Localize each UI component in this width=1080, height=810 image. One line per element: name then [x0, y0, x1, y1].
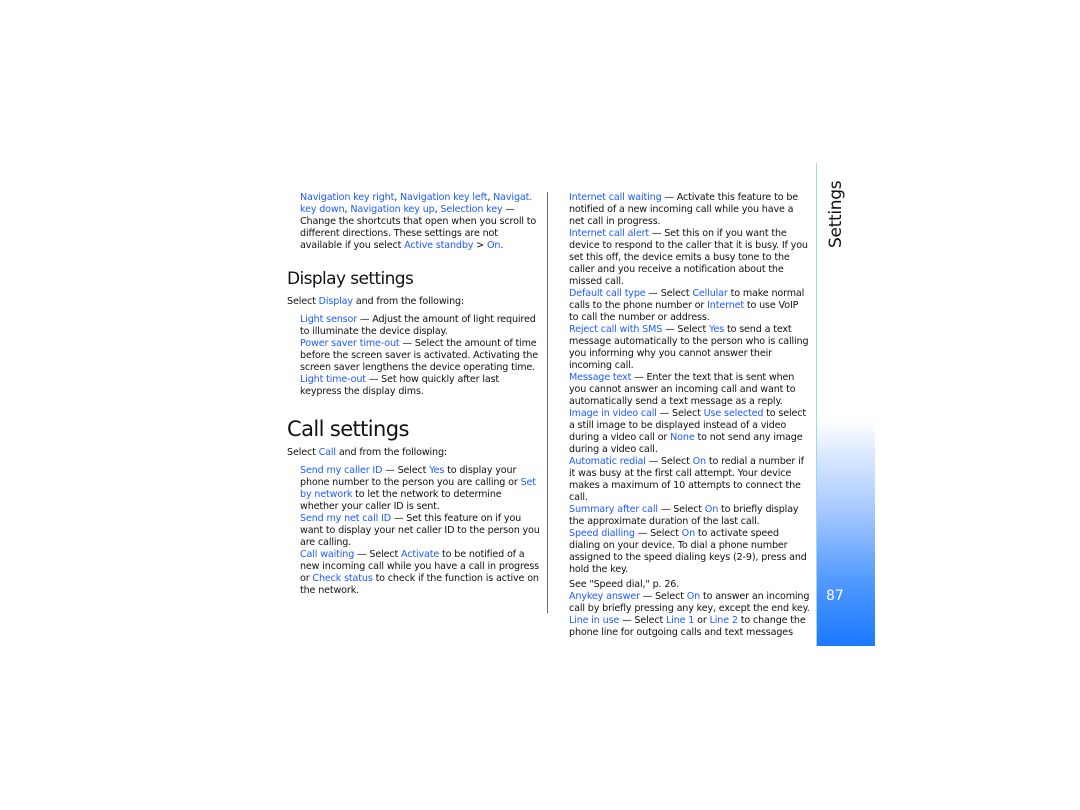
- body-text: and from the following:: [335, 447, 448, 458]
- anykey-answer-entry: Anykey answer — Select On to answer an i…: [569, 591, 810, 615]
- speed-dialling-entry: Speed dialling — Select On to activate s…: [569, 528, 810, 576]
- menu-term-link[interactable]: Yes: [429, 465, 444, 476]
- column-divider: [547, 192, 548, 613]
- menu-term-link[interactable]: Default call type: [569, 288, 646, 299]
- menu-term-link[interactable]: Light time-out: [300, 374, 366, 385]
- summary-after-call-entry: Summary after call — Select On to briefl…: [569, 504, 810, 528]
- light-timeout-entry: Light time-out — Set how quickly after l…: [287, 374, 541, 398]
- menu-term-link[interactable]: Check status: [312, 573, 372, 584]
- image-in-video-call-entry: Image in video call — Select Use selecte…: [569, 408, 810, 456]
- light-sensor-entry: Light sensor — Adjust the amount of ligh…: [287, 314, 541, 338]
- speed-dial-cross-reference[interactable]: See "Speed dial," p. 26.: [569, 579, 810, 591]
- menu-term-link[interactable]: Cellular: [692, 288, 727, 299]
- menu-term-link[interactable]: Message text: [569, 372, 631, 383]
- menu-term-link[interactable]: Internet: [707, 300, 744, 311]
- menu-term-link[interactable]: Selection key: [440, 204, 502, 215]
- display-settings-heading: Display settings: [287, 269, 414, 289]
- menu-term-link[interactable]: On: [487, 240, 500, 251]
- middle-column: Internet call waiting — Activate this fe…: [569, 192, 810, 639]
- menu-term-link[interactable]: Power saver time-out: [300, 338, 400, 349]
- page-number: 87: [826, 588, 844, 604]
- body-text: or: [694, 615, 710, 626]
- body-text: — Select: [634, 528, 682, 539]
- body-text: >: [473, 240, 487, 251]
- internet-call-waiting-entry: Internet call waiting — Activate this fe…: [569, 192, 810, 228]
- side-tab-gradient: [817, 420, 875, 646]
- body-text: — Select: [619, 615, 667, 626]
- send-net-call-id-entry: Send my net call ID — Set this feature o…: [287, 513, 541, 549]
- automatic-redial-entry: Automatic redial — Select On to redial a…: [569, 456, 810, 504]
- body-text: — Select: [662, 324, 710, 335]
- send-caller-id-entry: Send my caller ID — Select Yes to displa…: [287, 465, 541, 513]
- side-tab-title: Settings: [826, 180, 846, 248]
- call-settings-intro: Select Call and from the following:: [287, 447, 541, 459]
- line-in-use-entry: Line in use — Select Line 1 or Line 2 to…: [569, 615, 810, 639]
- menu-term-link[interactable]: Navigation key left: [400, 192, 487, 203]
- call-waiting-entry: Call waiting — Select Activate to be not…: [287, 549, 541, 597]
- menu-term-link[interactable]: Use selected: [704, 408, 764, 419]
- navigation-keys-entry: Navigation key right, Navigation key lef…: [287, 192, 541, 252]
- menu-term-link[interactable]: Internet call waiting: [569, 192, 662, 203]
- menu-term-link[interactable]: Yes: [709, 324, 724, 335]
- body-text: — Select: [382, 465, 430, 476]
- body-text: — Select: [645, 456, 693, 467]
- message-text-entry: Message text — Enter the text that is se…: [569, 372, 810, 408]
- left-column: Navigation key right, Navigation key lef…: [287, 192, 541, 597]
- menu-term-link[interactable]: Automatic redial: [569, 456, 646, 467]
- menu-term-link[interactable]: Line in use: [569, 615, 619, 626]
- menu-term-link[interactable]: On: [682, 528, 695, 539]
- body-text: .: [500, 240, 504, 251]
- menu-term-link[interactable]: Send my caller ID: [300, 465, 382, 476]
- internet-call-alert-entry: Internet call alert — Set this on if you…: [569, 228, 810, 288]
- menu-term-link[interactable]: Anykey answer: [569, 591, 640, 602]
- menu-term-link[interactable]: Internet call alert: [569, 228, 649, 239]
- menu-term-link[interactable]: Call waiting: [300, 549, 354, 560]
- menu-term-link[interactable]: Line 2: [710, 615, 738, 626]
- display-settings-intro: Select Display and from the following:: [287, 296, 541, 308]
- menu-term-link[interactable]: Display: [319, 296, 353, 307]
- menu-term-link[interactable]: Call: [319, 447, 336, 458]
- power-saver-timeout-entry: Power saver time-out — Select the amount…: [287, 338, 541, 374]
- menu-term-link[interactable]: On: [687, 591, 700, 602]
- menu-term-link[interactable]: Send my net call ID: [300, 513, 391, 524]
- body-text: — Select: [354, 549, 401, 560]
- menu-term-link[interactable]: Image in video call: [569, 408, 657, 419]
- body-text: Select: [287, 447, 319, 458]
- menu-term-link[interactable]: Activate: [401, 549, 439, 560]
- body-text: — Select: [639, 591, 687, 602]
- menu-term-link[interactable]: Reject call with SMS: [569, 324, 662, 335]
- menu-term-link[interactable]: On: [705, 504, 718, 515]
- menu-term-link[interactable]: Active standby: [404, 240, 473, 251]
- body-text: and from the following:: [352, 296, 465, 307]
- call-settings-heading: Call settings: [287, 417, 409, 441]
- body-text: Select: [287, 296, 319, 307]
- body-text: — Select: [657, 504, 705, 515]
- menu-term-link[interactable]: Navigation key up: [350, 204, 434, 215]
- reject-call-sms-entry: Reject call with SMS — Select Yes to sen…: [569, 324, 810, 372]
- menu-term-link[interactable]: Line 1: [666, 615, 694, 626]
- menu-term-link[interactable]: Speed dialling: [569, 528, 635, 539]
- menu-term-link[interactable]: Light sensor: [300, 314, 357, 325]
- menu-term-link[interactable]: None: [670, 432, 695, 443]
- body-text: — Select: [645, 288, 693, 299]
- menu-term-link[interactable]: Summary after call: [569, 504, 658, 515]
- default-call-type-entry: Default call type — Select Cellular to m…: [569, 288, 810, 324]
- menu-term-link[interactable]: On: [693, 456, 706, 467]
- menu-term-link[interactable]: Navigation key right: [300, 192, 394, 203]
- body-text: — Select: [656, 408, 704, 419]
